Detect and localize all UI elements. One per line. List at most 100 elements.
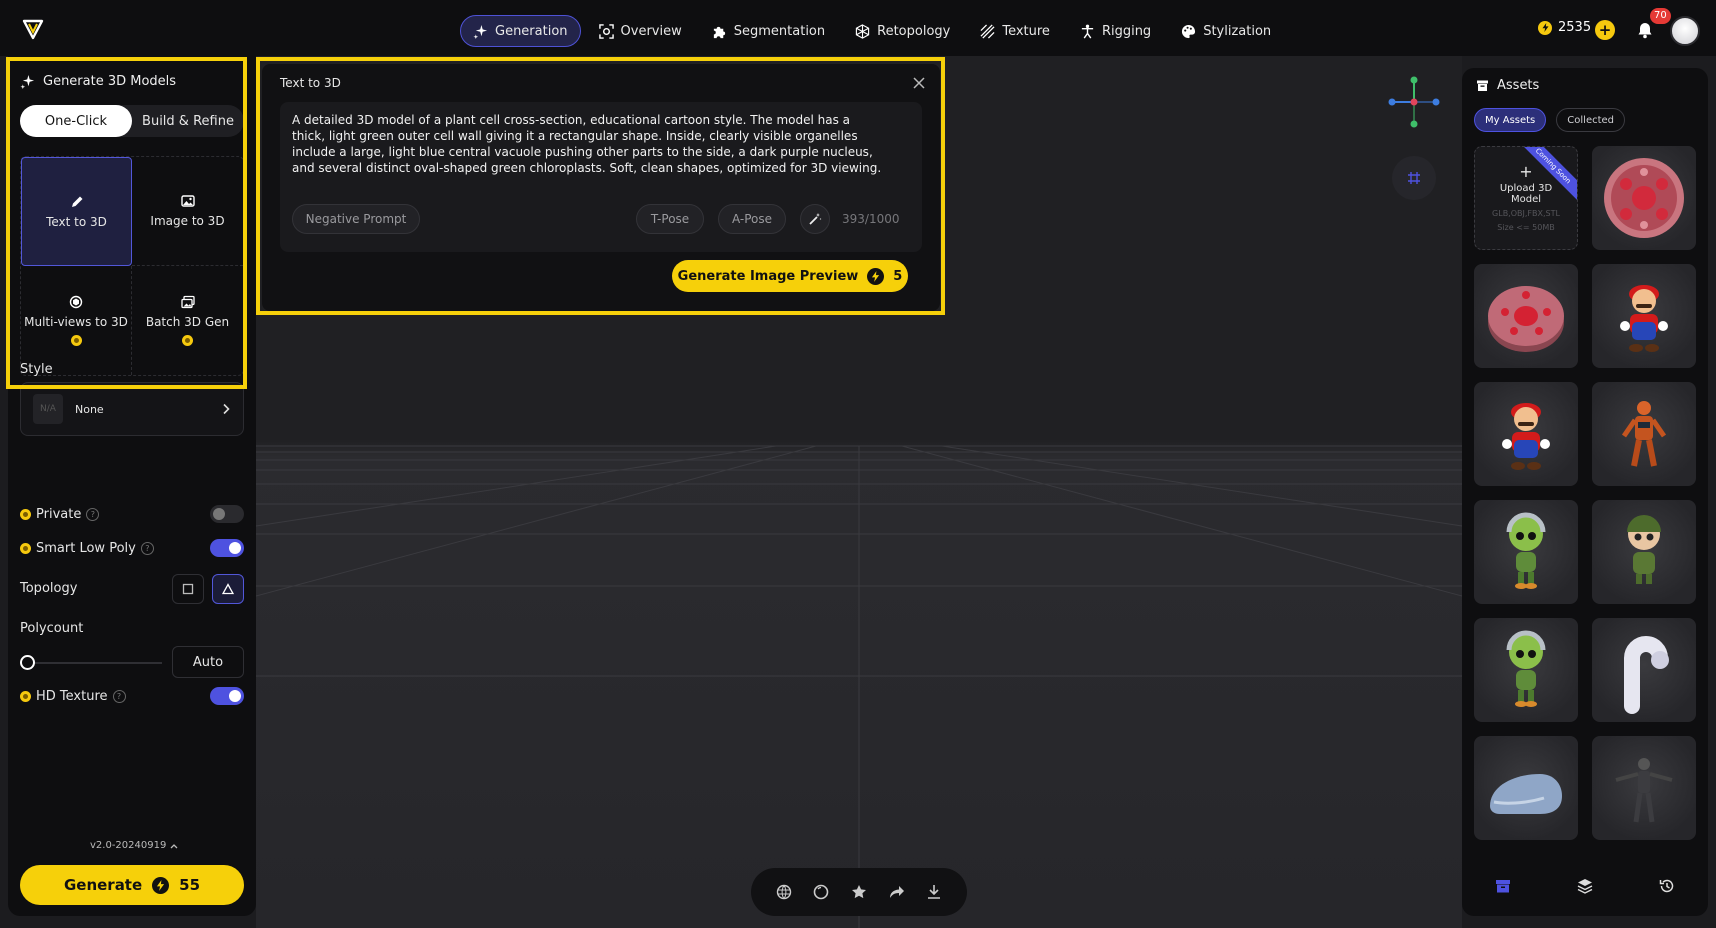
alien-kid-icon <box>1506 630 1546 707</box>
private-row: Private ? <box>20 504 244 524</box>
generate-preview-button[interactable]: Generate Image Preview 5 <box>672 260 908 292</box>
premium-coin-icon <box>20 508 31 520</box>
grid-target-icon <box>1408 172 1420 184</box>
preview-label: Generate Image Preview <box>677 268 859 284</box>
archive-icon <box>1477 80 1488 91</box>
asset-dark-armor-figure[interactable] <box>1592 736 1696 840</box>
capsule-model-icon <box>1490 774 1562 814</box>
circle-icon[interactable] <box>813 884 829 900</box>
history-icon[interactable] <box>1659 878 1675 894</box>
help-icon[interactable]: ? <box>86 507 100 521</box>
bolt-icon <box>867 267 885 285</box>
version-label[interactable]: v2.0-20240919 <box>90 840 178 851</box>
assets-header: Assets <box>1476 78 1539 93</box>
upload-3d-model-tile[interactable]: Coming Soon + Upload 3D Model GLB,OBJ,FB… <box>1474 146 1578 250</box>
scan-icon <box>598 23 614 39</box>
close-icon[interactable] <box>912 76 926 90</box>
asset-alien-kid[interactable] <box>1474 500 1578 604</box>
archive-icon[interactable] <box>1495 878 1511 894</box>
premium-coin-icon <box>182 335 193 346</box>
hd-texture-row: HD Texture ? <box>20 686 244 706</box>
a-pose-button[interactable]: A-Pose <box>718 204 786 234</box>
prompt-text[interactable]: A detailed 3D model of a plant cell cros… <box>292 112 882 176</box>
asset-white-pipe[interactable] <box>1592 618 1696 722</box>
smart-low-poly-toggle[interactable] <box>210 539 244 557</box>
magic-wand-button[interactable] <box>800 204 830 234</box>
image-to-3d-mode[interactable]: Image to 3D <box>132 157 243 266</box>
private-toggle[interactable] <box>210 505 244 523</box>
camera-reset-button[interactable] <box>1392 156 1436 200</box>
axis-gizmo-icon[interactable] <box>1380 72 1440 132</box>
asset-blue-capsule[interactable] <box>1474 736 1578 840</box>
tab-texture[interactable]: Texture <box>968 15 1062 47</box>
tab-stylization[interactable]: Stylization <box>1169 15 1283 47</box>
text-to-3d-mode[interactable]: Text to 3D <box>21 157 132 266</box>
generate-label: Generate <box>63 876 143 894</box>
star-icon[interactable] <box>851 884 867 900</box>
logo-icon[interactable] <box>22 18 44 40</box>
download-icon[interactable] <box>926 884 942 900</box>
tab-my-assets[interactable]: My Assets <box>1474 108 1547 132</box>
upload-formats: GLB,OBJ,FBX,STL <box>1492 208 1560 218</box>
batch-3d-gen-mode[interactable]: Batch 3D Gen <box>132 266 243 375</box>
preview-cost: 5 <box>893 268 903 284</box>
style-selector[interactable]: N/A None <box>20 382 244 436</box>
tab-collected[interactable]: Collected <box>1556 108 1626 132</box>
avatar[interactable] <box>1670 16 1700 46</box>
style-thumbnail: N/A <box>33 394 63 424</box>
smart-low-poly-label: Smart Low Poly <box>36 540 136 556</box>
asset-mario-figure-2[interactable] <box>1474 382 1578 486</box>
asset-mario-figure[interactable] <box>1592 264 1696 368</box>
tab-label: Overview <box>620 23 682 39</box>
hd-texture-label: HD Texture <box>36 688 108 704</box>
build-refine-tab[interactable]: Build & Refine <box>132 105 244 137</box>
tab-label: Texture <box>1002 23 1050 39</box>
help-icon[interactable]: ? <box>112 689 126 703</box>
tab-overview[interactable]: Overview <box>587 15 694 47</box>
add-credits-button[interactable]: + <box>1595 20 1615 40</box>
t-pose-button[interactable]: T-Pose <box>636 204 704 234</box>
upload-size: Size <= 50MB <box>1497 222 1555 232</box>
hd-texture-toggle[interactable] <box>210 687 244 705</box>
sparkle-icon <box>20 74 35 89</box>
one-click-tab[interactable]: One-Click <box>20 105 132 137</box>
asset-alien-kid-2[interactable] <box>1474 618 1578 722</box>
pencil-icon <box>71 196 82 207</box>
generate-button[interactable]: Generate 55 <box>20 865 244 905</box>
triangle-topology-button[interactable] <box>212 574 244 604</box>
panel-header: Generate 3D Models <box>20 74 176 89</box>
card-title: Text to 3D <box>280 76 341 90</box>
negative-prompt-button[interactable]: Negative Prompt <box>292 204 420 234</box>
asset-soldier-kid[interactable] <box>1592 500 1696 604</box>
puzzle-icon <box>713 26 725 38</box>
cell-disc-icon <box>1488 286 1564 352</box>
asset-orange-robot[interactable] <box>1592 382 1696 486</box>
bell-icon[interactable] <box>1636 21 1654 39</box>
generation-modes: Text to 3D Image to 3D Multi-views to 3D… <box>20 156 244 376</box>
batch-icon <box>180 295 195 309</box>
quad-topology-button[interactable] <box>172 574 204 604</box>
multi-views-to-3d-mode[interactable]: Multi-views to 3D <box>21 266 132 375</box>
polycount-slider-track[interactable] <box>22 662 162 664</box>
polycount-input[interactable]: Auto <box>172 646 244 678</box>
help-icon[interactable]: ? <box>140 541 154 555</box>
tab-rigging[interactable]: Rigging <box>1068 15 1163 47</box>
asset-cell-model[interactable] <box>1592 146 1696 250</box>
tab-label: Generation <box>495 23 568 39</box>
asset-cell-model-flat[interactable] <box>1474 264 1578 368</box>
tab-segmentation[interactable]: Segmentation <box>700 15 837 47</box>
tab-retopology[interactable]: Retopology <box>843 15 962 47</box>
multiview-icon <box>69 295 83 309</box>
plus-icon: + <box>1519 161 1533 181</box>
main-nav: Generation Overview Segmentation Retopol… <box>460 15 1283 47</box>
layers-icon[interactable] <box>1577 878 1593 894</box>
armor-figure-icon <box>1615 758 1673 823</box>
sparkle-icon <box>473 24 488 39</box>
tab-generation[interactable]: Generation <box>460 15 581 47</box>
credit-balance[interactable]: 2535 <box>1538 20 1591 35</box>
polycount-slider-thumb[interactable] <box>20 655 35 670</box>
globe-icon[interactable] <box>776 884 792 900</box>
assets-title: Assets <box>1497 78 1540 93</box>
share-icon[interactable] <box>889 884 905 900</box>
mode-label: Image to 3D <box>150 214 225 228</box>
